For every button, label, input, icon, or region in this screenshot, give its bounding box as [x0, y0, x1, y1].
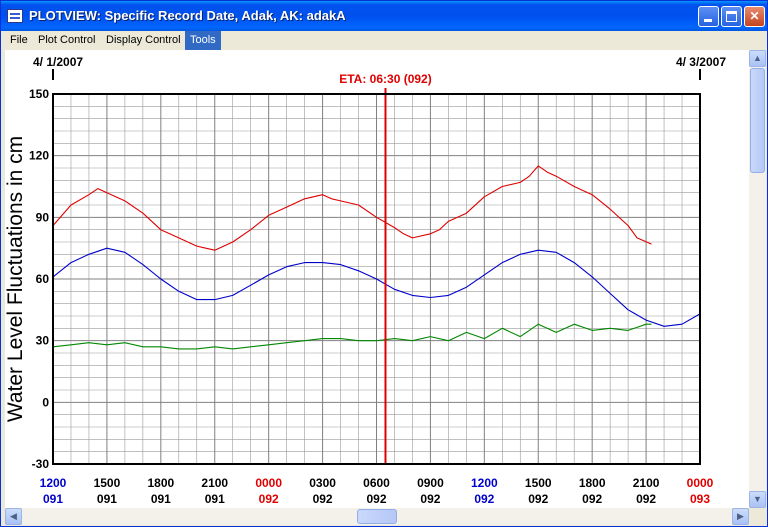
x-tick-day-label: 092	[582, 492, 602, 506]
plot-area: ETA: 06:30 (092) 4/ 1/2007 4/ 3/2007 150 120…	[5, 50, 749, 508]
y-tick-label: 30	[36, 334, 50, 348]
x-tick-day-label: 092	[259, 492, 279, 506]
x-tick-day-label: 092	[528, 492, 548, 506]
x-tick-time-label: 1200	[471, 476, 498, 490]
x-tick-time-label: 1500	[94, 476, 121, 490]
x-tick-day-label: 091	[205, 492, 225, 506]
menu-file[interactable]: File	[5, 31, 33, 50]
scroll-up-button[interactable]: ▲	[749, 50, 766, 67]
x-tick-time-label: 0000	[687, 476, 714, 490]
menu-display-control[interactable]: Display Control	[101, 31, 186, 50]
end-date-label: 4/ 3/2007	[676, 55, 726, 69]
x-tick-time-label: 2100	[201, 476, 228, 490]
title-bar[interactable]: PLOTVIEW: Specific Record Date, Adak, AK…	[1, 1, 767, 31]
x-tick-day-label: 092	[474, 492, 494, 506]
x-tick-time-label: 1500	[525, 476, 552, 490]
start-date-label: 4/ 1/2007	[33, 55, 83, 69]
menu-plot-control[interactable]: Plot Control	[33, 31, 100, 50]
x-tick-time-label: 1200	[40, 476, 67, 490]
app-icon	[7, 9, 23, 23]
y-tick-label: 0	[42, 395, 49, 409]
x-tick-time-label: 0300	[309, 476, 336, 490]
vertical-scrollbar[interactable]: ▲ ▼	[749, 50, 766, 508]
y-tick-label: 150	[29, 87, 49, 101]
arrow-up-icon: ▲	[753, 53, 762, 63]
x-tick-time-label: 0900	[417, 476, 444, 490]
x-tick-time-label: 0600	[363, 476, 390, 490]
x-tick-time-label: 2100	[633, 476, 660, 490]
x-tick-day-label: 091	[97, 492, 117, 506]
x-tick-day-label: 092	[420, 492, 440, 506]
horizontal-scroll-thumb[interactable]	[357, 509, 397, 524]
close-icon: ✕	[749, 9, 760, 23]
menu-bar: File Plot Control Display Control Tools	[1, 31, 767, 50]
x-tick-day-label: 092	[366, 492, 386, 506]
eta-label: ETA: 06:30 (092)	[339, 72, 431, 86]
arrow-right-icon: ▶	[737, 511, 744, 521]
minimize-icon	[704, 19, 712, 22]
x-tick-time-label: 1800	[147, 476, 174, 490]
arrow-left-icon: ◀	[10, 511, 17, 521]
minimize-button[interactable]	[698, 6, 719, 27]
maximize-button[interactable]	[721, 6, 742, 27]
x-tick-day-label: 091	[43, 492, 63, 506]
window-title: PLOTVIEW: Specific Record Date, Adak, AK…	[29, 8, 346, 23]
y-tick-label: 120	[29, 149, 49, 163]
menu-tools[interactable]: Tools	[185, 31, 221, 50]
close-button[interactable]: ✕	[744, 6, 765, 27]
vertical-scroll-thumb[interactable]	[750, 68, 765, 173]
x-tick-day-label: 093	[690, 492, 710, 506]
plotview-window: PLOTVIEW: Specific Record Date, Adak, AK…	[0, 0, 768, 527]
x-tick-time-label: 1800	[579, 476, 606, 490]
scroll-down-button[interactable]: ▼	[749, 491, 766, 508]
x-tick-time-label: 0000	[255, 476, 282, 490]
x-tick-day-label: 092	[313, 492, 333, 506]
arrow-down-icon: ▼	[753, 494, 762, 504]
x-tick-day-label: 092	[636, 492, 656, 506]
water-level-chart: ETA: 06:30 (092) 4/ 1/2007 4/ 3/2007 150 120…	[5, 55, 726, 506]
maximize-icon	[726, 11, 737, 22]
scroll-right-button[interactable]: ▶	[732, 508, 749, 525]
y-tick-label: -30	[32, 457, 50, 471]
size-grip[interactable]	[749, 508, 766, 525]
scroll-left-button[interactable]: ◀	[5, 508, 22, 525]
y-tick-label: 90	[36, 210, 50, 224]
x-tick-day-label: 091	[151, 492, 171, 506]
y-tick-label: 60	[36, 272, 50, 286]
horizontal-scrollbar[interactable]: ◀ ▶	[5, 508, 749, 525]
y-axis-label: Water Level Fluctuations in cm	[5, 136, 27, 422]
